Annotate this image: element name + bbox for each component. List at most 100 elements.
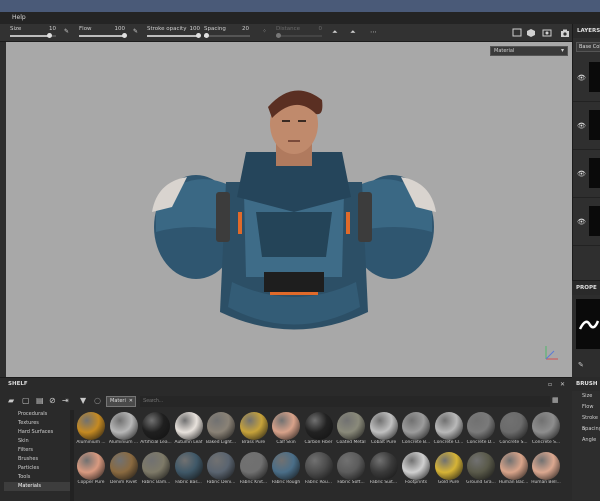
new-file-icon[interactable]: ▢ [22, 396, 30, 405]
size-slider[interactable] [10, 33, 56, 38]
material-tile[interactable]: Fabric Knit... [239, 452, 269, 492]
category-skin[interactable]: Skin [4, 437, 70, 446]
mirror-icon[interactable]: ⏶ [350, 28, 356, 37]
material-tile[interactable]: Human Bac... [499, 452, 529, 492]
material-tile[interactable]: Concrete B... [401, 412, 431, 452]
material-tile[interactable]: Fabric Bam... [141, 452, 171, 492]
layer-row[interactable]: 👁 [573, 54, 600, 102]
cube-icon[interactable] [526, 28, 536, 38]
category-filters[interactable]: Filters [4, 446, 70, 455]
material-tile[interactable]: Concrete S... [531, 412, 561, 452]
folder-icon[interactable]: ▰ [8, 396, 14, 405]
search-filter-tag[interactable]: Materi ✕ [106, 396, 136, 407]
material-tile[interactable]: Concrete D... [466, 412, 496, 452]
spacing-slider-knob[interactable] [204, 33, 209, 38]
material-tile[interactable]: Cobalt Pure [369, 412, 399, 452]
distance-slider[interactable] [276, 33, 322, 38]
material-tile[interactable]: Concrete S... [499, 412, 529, 452]
stroke-opacity-slider-knob[interactable] [196, 33, 201, 38]
material-tile[interactable]: Human Bell... [531, 452, 561, 492]
maximize-icon[interactable]: ▫ [548, 381, 552, 388]
category-procedurals[interactable]: Procedurals [4, 410, 70, 419]
shelf-search-input[interactable] [140, 396, 550, 407]
viewport-channel-dropdown[interactable]: Material ▾ [490, 46, 568, 56]
spacing-value[interactable]: 20 [229, 26, 249, 32]
layer-row[interactable]: 👁 [573, 150, 600, 198]
lazy-mouse-icon[interactable]: ⁘ [262, 28, 267, 35]
material-tile[interactable]: Fabric Bas... [174, 452, 204, 492]
material-tile[interactable]: Artificial Lea... [140, 412, 172, 452]
layer-row[interactable]: 👁 [573, 102, 600, 150]
camera-icon[interactable] [560, 28, 570, 38]
material-preview [109, 452, 138, 480]
material-tile[interactable]: Concrete Cl... [434, 412, 464, 452]
material-tile[interactable]: Brass Pure [239, 412, 269, 452]
symmetry-icon[interactable]: ⏶ [332, 28, 338, 37]
material-label: Fabric Bas... [175, 480, 202, 485]
stroke-opacity-slider[interactable] [147, 33, 201, 38]
pen-icon[interactable]: ✎ [133, 28, 138, 35]
eye-icon[interactable]: 👁 [577, 74, 586, 82]
material-tile[interactable]: Fabric Rough [271, 452, 301, 492]
search-icon[interactable]: ○ [94, 396, 101, 405]
distance-value[interactable]: 0 [302, 26, 323, 32]
material-tile[interactable]: Fabric Soft... [336, 452, 366, 492]
close-icon[interactable]: ✕ [560, 381, 565, 388]
menu-help[interactable]: Help [12, 14, 26, 21]
category-tools[interactable]: Tools [4, 473, 70, 482]
material-preview [142, 452, 170, 480]
import-icon[interactable]: ⇥ [62, 396, 69, 405]
material-tile[interactable]: Copper Pure [76, 452, 106, 492]
flow-slider-knob[interactable] [122, 33, 127, 38]
filter-icon[interactable]: ▼ [80, 396, 86, 405]
material-tile[interactable]: Aluminium ... [76, 412, 106, 452]
material-tile[interactable]: Aluminium ... [109, 412, 139, 452]
eye-icon[interactable]: 👁 [577, 122, 586, 130]
pen-icon[interactable]: ✎ [64, 28, 69, 35]
category-brushes[interactable]: Brushes [4, 455, 70, 464]
eye-icon[interactable]: 👁 [577, 170, 586, 178]
category-scrollbar[interactable] [70, 410, 74, 501]
display-settings-icon[interactable] [542, 28, 552, 38]
hide-icon[interactable]: ⊘ [49, 396, 56, 405]
material-tile[interactable]: Baked Light... [206, 412, 236, 452]
material-tile[interactable]: Gold Pure [434, 452, 464, 492]
material-tile[interactable]: Fabric Deni... [206, 452, 236, 492]
brush-tool-icon[interactable]: ✎ [578, 361, 584, 369]
size-slider-knob[interactable] [47, 33, 52, 38]
material-tile[interactable]: Denim Rivet [109, 452, 139, 492]
material-tile[interactable]: Fabric Rou... [304, 452, 334, 492]
material-tile[interactable]: Carbon Fiber [304, 412, 334, 452]
layer-channel-dropdown[interactable]: Base Col [576, 42, 600, 52]
eye-icon[interactable]: 👁 [577, 218, 586, 226]
screenshot-icon[interactable] [512, 28, 522, 38]
material-tile[interactable]: Ground Gra... [466, 452, 496, 492]
grid-view-icon[interactable]: ▦ [552, 396, 559, 404]
layer-row[interactable]: 👁 [573, 198, 600, 246]
properties-title: PROPE [572, 281, 600, 295]
size-value[interactable]: 10 [36, 26, 56, 32]
flow-value[interactable]: 100 [105, 26, 126, 32]
material-tile[interactable]: Footprints [401, 452, 431, 492]
remove-filter-icon[interactable]: ✕ [129, 397, 133, 406]
category-hard-surfaces[interactable]: Hard Surfaces [4, 428, 70, 437]
category-particles[interactable]: Particles [4, 464, 70, 473]
category-textures[interactable]: Textures [4, 419, 70, 428]
material-tile[interactable]: Autumn Leaf [174, 412, 204, 452]
flow-slider[interactable] [79, 33, 127, 38]
library-icon[interactable]: ▤ [36, 396, 44, 405]
3d-viewport[interactable]: Material ▾ [0, 42, 572, 377]
grid-icon[interactable]: ⋯ [370, 28, 377, 36]
stroke-opacity-value[interactable]: 100 [180, 26, 201, 32]
character-model[interactable] [146, 82, 446, 332]
brush-title: BRUSH [572, 377, 600, 391]
material-label: Fabric Bam... [141, 480, 171, 485]
material-tile[interactable]: Calf Skin [271, 412, 301, 452]
brush-stroke-opacity-label: Stroke o [582, 415, 598, 432]
distance-slider-knob[interactable] [276, 33, 281, 38]
category-materials[interactable]: Materials [4, 482, 70, 491]
material-tile[interactable]: Coated Metal [336, 412, 366, 452]
material-tile[interactable]: Fabric Suit... [369, 452, 399, 492]
material-label: Denim Rivet [109, 480, 138, 485]
spacing-slider[interactable] [204, 33, 250, 38]
